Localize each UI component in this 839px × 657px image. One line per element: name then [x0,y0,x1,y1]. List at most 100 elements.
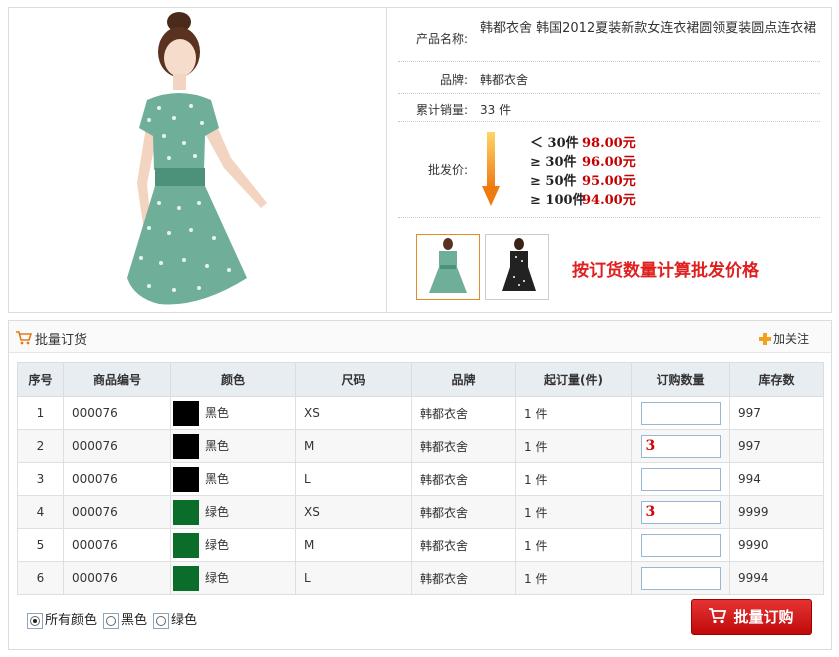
follow-button[interactable]: 加关注 [758,330,809,347]
thumbnail-green[interactable] [416,234,480,300]
table-row: 6 000076 绿色 L 韩都衣舍 1 件 9994 [17,561,824,595]
col-header-no: 序号 [17,362,64,397]
cell-stock: 997 [729,396,824,430]
product-info: 产品名称: 韩都衣舍 韩国2012夏装新款女连衣裙圆领夏装圆点连衣裙 品牌: 韩… [388,8,831,312]
cell-min-order: 1 件 [515,561,632,595]
cell-code: 000076 [63,495,171,529]
cell-color: 绿色 [170,495,296,529]
cell-code: 000076 [63,561,171,595]
cell-code: 000076 [63,462,171,496]
order-table: 序号 商品编号 颜色 尺码 品牌 起订量(件) 订购数量 库存数 1 000076… [17,362,824,595]
cell-min-order: 1 件 [515,495,632,529]
cell-brand: 韩都衣舍 [411,429,516,463]
filter-black[interactable]: 黑色 [103,609,147,629]
cart-icon [709,608,727,624]
cell-stock: 9990 [729,528,824,562]
sales-label: 累计销量: [415,103,468,117]
col-header-stock: 库存数 [729,362,824,397]
col-header-code: 商品编号 [63,362,171,397]
product-name: 韩都衣舍 韩国2012夏装新款女连衣裙圆领夏装圆点连衣裙 [480,21,817,36]
promo-text: 按订货数量计算批发价格 [572,261,759,281]
cell-brand: 韩都衣舍 [411,462,516,496]
cell-min-order: 1 件 [515,429,632,463]
cell-brand: 韩都衣舍 [411,396,516,430]
sales-value: 33 件 [480,103,512,117]
cell-qty [631,528,730,562]
brand-value: 韩都衣舍 [480,73,529,87]
cell-qty [631,429,730,463]
cell-no: 4 [17,495,64,529]
cell-no: 5 [17,528,64,562]
cell-qty [631,561,730,595]
cell-qty [631,495,730,529]
qty-input[interactable] [640,566,721,590]
cell-color: 绿色 [170,561,296,595]
col-header-size: 尺码 [295,362,412,397]
bulk-buy-label: 批量订购 [733,608,794,626]
cell-stock: 9994 [729,561,824,595]
cell-min-order: 1 件 [515,462,632,496]
cell-size: L [295,462,412,496]
cell-size: M [295,429,412,463]
table-header-row: 序号 商品编号 颜色 尺码 品牌 起订量(件) 订购数量 库存数 [17,362,824,397]
bulk-order-title: 批量订货 [35,333,88,348]
price-tier-2: ≥ 30件 96.00元 [530,155,636,170]
filter-all-colors[interactable]: 所有颜色 [27,609,97,629]
cell-color: 绿色 [170,528,296,562]
thumbnail-black[interactable] [485,234,549,300]
cell-brand: 韩都衣舍 [411,528,516,562]
qty-input[interactable] [640,500,721,524]
filter-green[interactable]: 绿色 [153,609,197,629]
qty-input[interactable] [640,467,721,491]
cell-brand: 韩都衣舍 [411,495,516,529]
plus-icon [758,333,771,345]
bulk-order-header: 批量订货 加关注 [9,321,831,353]
table-row: 3 000076 黑色 L 韩都衣舍 1 件 994 [17,462,824,496]
sales-row: 累计销量: 33 件 [398,94,820,122]
cell-no: 3 [17,462,64,496]
qty-input[interactable] [640,533,721,557]
color-swatch [173,532,199,558]
product-name-label: 产品名称: [415,32,468,46]
table-row: 2000076黑色M韩都衣舍1 件 997 [17,429,824,463]
radio-all[interactable] [27,612,43,629]
product-panel: 产品名称: 韩都衣舍 韩国2012夏装新款女连衣裙圆领夏装圆点连衣裙 品牌: 韩… [8,7,832,313]
cell-size: XS [295,495,412,529]
cell-no: 2 [17,429,64,463]
cell-color: 黑色 [170,396,296,430]
color-filter: 所有颜色 黑色 绿色 [27,609,203,629]
color-swatch [173,499,199,525]
cart-icon [16,331,32,345]
cell-qty [631,462,730,496]
table-row: 4000076绿色XS韩都衣舍1 件 9999 [17,495,824,529]
qty-input[interactable] [640,401,721,425]
brand-row: 品牌: 韩都衣舍 [398,62,820,94]
cell-code: 000076 [63,528,171,562]
radio-green[interactable] [153,612,170,629]
color-swatch [173,466,199,492]
arrow-down-icon [482,132,500,206]
cell-color: 黑色 [170,429,296,463]
price-tier-4: ≥ 100件 94.00元 [530,193,636,208]
col-header-brand: 品牌 [411,362,516,397]
cell-color: 黑色 [170,462,296,496]
color-swatch [173,433,199,459]
color-swatch [173,400,199,426]
follow-label: 加关注 [772,332,809,346]
col-header-color: 颜色 [170,362,296,397]
product-image-area [9,8,387,312]
cell-min-order: 1 件 [515,528,632,562]
radio-black[interactable] [103,612,120,629]
cell-no: 6 [17,561,64,595]
cell-size: L [295,561,412,595]
bulk-buy-button[interactable]: 批量订购 [691,599,812,635]
cell-stock: 997 [729,429,824,463]
cell-code: 000076 [63,396,171,430]
cell-stock: 994 [729,462,824,496]
cell-size: XS [295,396,412,430]
col-header-qty: 订购数量 [631,362,730,397]
product-name-row: 产品名称: 韩都衣舍 韩国2012夏装新款女连衣裙圆领夏装圆点连衣裙 [398,12,820,62]
table-row: 1 000076 黑色 XS 韩都衣舍 1 件 997 [17,396,824,430]
color-swatch [173,565,199,591]
qty-input[interactable] [640,434,721,458]
